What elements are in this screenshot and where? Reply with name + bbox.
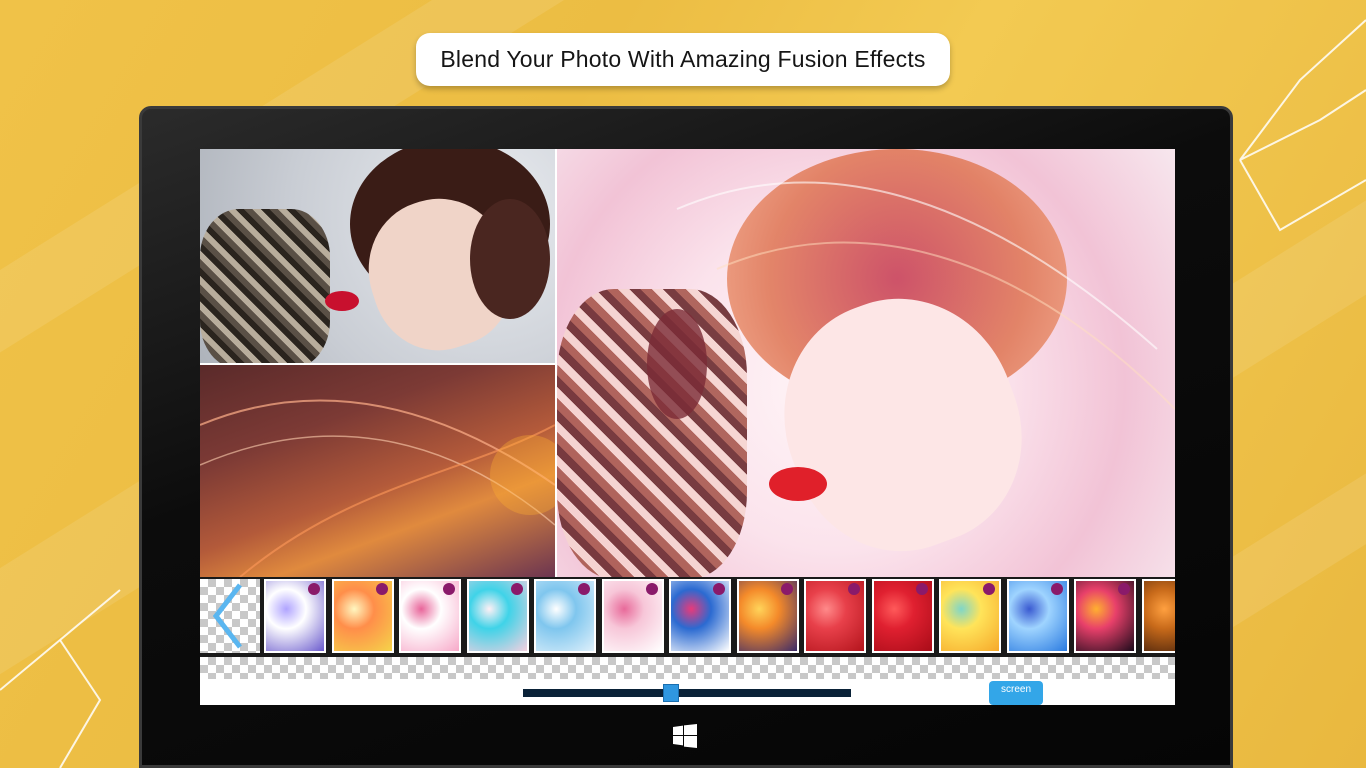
light-swirl xyxy=(200,399,555,577)
light-swirl-overlay xyxy=(676,181,1175,410)
selection-dot xyxy=(713,583,725,595)
texture-thumbnail-pink-blossom-texture[interactable] xyxy=(601,579,664,653)
selection-dot xyxy=(1050,583,1063,595)
texture-photo[interactable] xyxy=(200,365,555,577)
selection-dot xyxy=(1118,583,1130,595)
texture-thumbnail-red-hearts-texture[interactable] xyxy=(871,579,934,653)
chevron-left-icon xyxy=(212,583,242,649)
selection-dot xyxy=(443,583,455,595)
bottom-toolbar: screen xyxy=(200,679,1175,705)
selection-dot xyxy=(915,583,928,595)
texture-thumbnail-yellow-bokeh-texture[interactable] xyxy=(331,579,394,653)
texture-thumbnail-strip xyxy=(200,577,1175,657)
selection-dot xyxy=(510,583,523,595)
texture-thumbnail-blue-watercolor-texture[interactable] xyxy=(534,579,596,653)
windows-logo-icon[interactable] xyxy=(673,724,697,748)
texture-thumbnail-sunflower-texture[interactable] xyxy=(939,579,1001,653)
selection-dot xyxy=(848,583,860,595)
texture-thumbnail-blue-flower-sky-texture[interactable] xyxy=(1006,579,1069,653)
app-screen: screen xyxy=(200,149,1175,705)
selection-dot xyxy=(308,583,320,595)
opacity-slider[interactable] xyxy=(523,684,851,702)
texture-thumbnail-purple-floral-texture[interactable] xyxy=(264,579,326,653)
slider-handle[interactable] xyxy=(663,684,679,702)
fused-result-photo[interactable] xyxy=(557,149,1175,577)
selection-dot xyxy=(578,583,590,595)
back-arrow-button[interactable] xyxy=(200,579,260,653)
texture-thumbnail-cyan-pink-splash-texture[interactable] xyxy=(466,579,529,653)
texture-thumbnail-amber-swirl-texture[interactable] xyxy=(1141,579,1175,653)
texture-thumbnail-colorful-flowers-texture[interactable] xyxy=(669,579,731,653)
transparency-strip xyxy=(200,657,1175,679)
texture-thumbnail-neon-swirl-texture[interactable] xyxy=(1074,579,1136,653)
selection-dot xyxy=(375,583,388,595)
texture-thumbnail-red-bokeh-texture[interactable] xyxy=(804,579,866,653)
texture-thumbnail-pink-flowers-texture[interactable] xyxy=(399,579,461,653)
selection-dot xyxy=(645,583,658,595)
selection-dot xyxy=(780,583,793,595)
selection-dot xyxy=(983,583,995,595)
banner-text: Blend Your Photo With Amazing Fusion Eff… xyxy=(440,46,926,72)
promo-banner: Blend Your Photo With Amazing Fusion Eff… xyxy=(416,33,950,86)
texture-thumbnail-fire-abstract-texture[interactable] xyxy=(736,579,799,653)
screen-button[interactable]: screen xyxy=(989,681,1043,705)
original-photo[interactable] xyxy=(200,149,555,363)
